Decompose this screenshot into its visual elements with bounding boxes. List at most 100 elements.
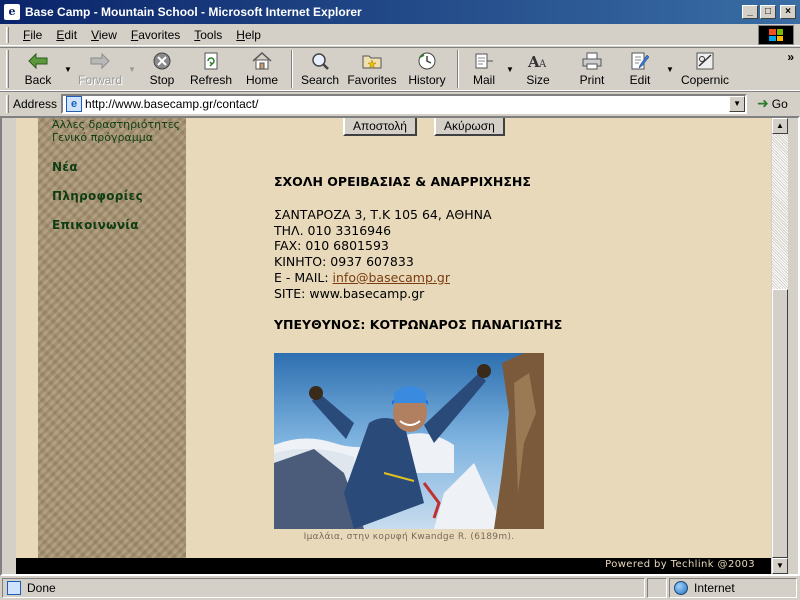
zone-text: Internet xyxy=(694,581,735,595)
home-icon xyxy=(250,51,274,71)
mail-label: Mail xyxy=(472,73,495,87)
home-button[interactable]: Home xyxy=(237,48,287,90)
forward-label: Forward xyxy=(77,73,122,87)
back-button[interactable]: Back xyxy=(15,48,61,90)
school-name: ΣΧΟΛΗ ΟΡΕΙΒΑΣΙΑΣ & ΑΝΑΡΡΙΧΗΣΗΣ xyxy=(274,174,531,189)
size-button[interactable]: AA Size xyxy=(515,48,561,90)
menu-help[interactable]: Help xyxy=(230,26,269,44)
size-label: Size xyxy=(526,73,550,87)
sidebar-item-general-program[interactable]: Γενικό πρόγραμμα xyxy=(52,131,153,144)
menu-grip[interactable] xyxy=(6,26,9,43)
sidebar-item-contact[interactable]: Επικοινωνία xyxy=(52,218,139,232)
menu-edit[interactable]: Edit xyxy=(50,26,85,44)
security-zone-pane: Internet xyxy=(669,578,797,598)
edit-page-icon xyxy=(628,51,652,71)
cancel-button[interactable]: Ακύρωση xyxy=(434,118,505,136)
favorites-folder-icon xyxy=(360,51,384,71)
favorites-button[interactable]: Favorites xyxy=(343,48,401,90)
forward-dropdown-icon[interactable]: ▼ xyxy=(125,48,139,90)
minimize-button[interactable]: _ xyxy=(742,5,758,19)
browser-viewport: Άλλες δραστηριότητες Γενικό πρόγραμμα Νέ… xyxy=(0,116,800,576)
refresh-button[interactable]: Refresh xyxy=(185,48,237,90)
web-page: Άλλες δραστηριότητες Γενικό πρόγραμμα Νέ… xyxy=(16,118,771,574)
back-dropdown-icon[interactable]: ▼ xyxy=(61,48,75,90)
contact-details: ΣΧΟΛΗ ΟΡΕΙΒΑΣΙΑΣ & ΑΝΑΡΡΙΧΗΣΗΣ ΣΑΝΤΑΡΟΖΑ… xyxy=(274,174,674,332)
mail-button[interactable]: Mail xyxy=(463,48,505,90)
footer-credit: Powered by Techlink @2003 xyxy=(605,559,755,570)
refresh-label: Refresh xyxy=(189,73,233,87)
title-bar: e Base Camp - Mountain School - Microsof… xyxy=(0,0,800,24)
window-controls: _ □ × xyxy=(742,5,796,19)
internet-globe-icon xyxy=(674,581,688,595)
forward-button[interactable]: Forward xyxy=(75,48,125,90)
go-button[interactable]: ➜ Go xyxy=(757,95,788,112)
go-label: Go xyxy=(771,96,788,111)
address-field[interactable]: e ▼ xyxy=(61,93,748,114)
print-label: Print xyxy=(579,73,605,87)
sidebar-item-news[interactable]: Νέα xyxy=(52,160,78,174)
phone-text: ΤΗΛ. 010 3316946 xyxy=(274,222,392,238)
history-label: History xyxy=(408,73,446,87)
edit-label: Edit xyxy=(629,73,651,87)
address-text: ΣΑΝΤΑΡΟΖΑ 3, Τ.Κ 105 64, ΑΘΗΝΑ xyxy=(274,207,492,222)
favorites-label: Favorites xyxy=(347,73,397,87)
address-grip[interactable] xyxy=(6,94,9,113)
history-button[interactable]: History xyxy=(401,48,453,90)
sidebar-nav: Άλλες δραστηριότητες Γενικό πρόγραμμα Νέ… xyxy=(38,118,186,558)
toolbar-separator xyxy=(291,50,293,88)
send-button[interactable]: Αποστολή xyxy=(343,118,417,136)
mobile-text: ΚΙΝΗΤΟ: 0937 607833 xyxy=(274,254,414,270)
page-icon: e xyxy=(66,95,83,112)
menu-file[interactable]: File xyxy=(17,26,50,44)
address-dropdown-icon[interactable]: ▼ xyxy=(729,95,746,112)
printer-icon xyxy=(580,51,604,71)
copernic-label: Copernic xyxy=(680,73,730,87)
search-button[interactable]: Search xyxy=(297,48,343,90)
stop-button[interactable]: Stop xyxy=(139,48,185,90)
climber-photo xyxy=(274,353,544,529)
edit-dropdown-icon[interactable]: ▼ xyxy=(663,48,677,90)
photo-caption: Ιμαλάια, στην κορυφή Kwandge R. (6189m). xyxy=(303,532,515,542)
page-done-icon xyxy=(7,581,21,595)
toolbar-overflow-icon[interactable]: » xyxy=(787,50,794,64)
menu-tools[interactable]: Tools xyxy=(188,26,230,44)
scrollbar-thumb[interactable] xyxy=(772,289,788,558)
status-pane-empty xyxy=(647,578,667,598)
email-link[interactable]: info@basecamp.gr xyxy=(333,270,450,285)
stop-label: Stop xyxy=(149,73,175,87)
responsible-person: ΥΠΕΥΘΥΝΟΣ: ΚΟΤΡΩΝΑΡΟΣ ΠΑΝΑΓΙΩΤΗΣ xyxy=(274,317,563,333)
copernic-icon xyxy=(693,51,717,71)
menu-bar: File Edit View Favorites Tools Help xyxy=(0,24,800,46)
toolbar-grip[interactable] xyxy=(6,50,9,88)
close-button[interactable]: × xyxy=(780,5,796,19)
back-label: Back xyxy=(24,73,52,87)
sidebar-item-information[interactable]: Πληροφορίες xyxy=(52,189,143,203)
search-label: Search xyxy=(300,73,340,87)
svg-text:A: A xyxy=(538,59,547,70)
copernic-button[interactable]: Copernic xyxy=(677,48,733,90)
menu-view[interactable]: View xyxy=(85,26,125,44)
address-input[interactable] xyxy=(85,96,726,111)
sidebar-item-other-activities[interactable]: Άλλες δραστηριότητες xyxy=(52,118,180,131)
search-icon xyxy=(308,51,332,71)
refresh-icon xyxy=(199,51,223,71)
windows-logo-icon xyxy=(758,25,794,45)
back-arrow-icon xyxy=(26,51,50,71)
vertical-scrollbar[interactable]: ▲ ▼ xyxy=(772,118,788,574)
email-label: E - MAIL: xyxy=(274,269,333,285)
maximize-button[interactable]: □ xyxy=(760,5,776,19)
email-row: E - MAIL: info@basecamp.gr xyxy=(274,270,674,286)
toolbar-separator xyxy=(457,50,459,88)
scroll-down-button[interactable]: ▼ xyxy=(772,558,788,574)
mail-icon xyxy=(472,51,496,71)
status-text: Done xyxy=(27,581,56,595)
home-label: Home xyxy=(245,73,278,87)
window-title: Base Camp - Mountain School - Microsoft … xyxy=(25,5,362,19)
mail-dropdown-icon[interactable]: ▼ xyxy=(505,48,515,90)
edit-button[interactable]: Edit xyxy=(617,48,663,90)
address-label: Address xyxy=(13,96,58,111)
address-bar: Address e ▼ ➜ Go xyxy=(0,91,800,115)
print-button[interactable]: Print xyxy=(567,48,617,90)
menu-favorites[interactable]: Favorites xyxy=(125,26,188,44)
scroll-up-button[interactable]: ▲ xyxy=(772,118,788,134)
